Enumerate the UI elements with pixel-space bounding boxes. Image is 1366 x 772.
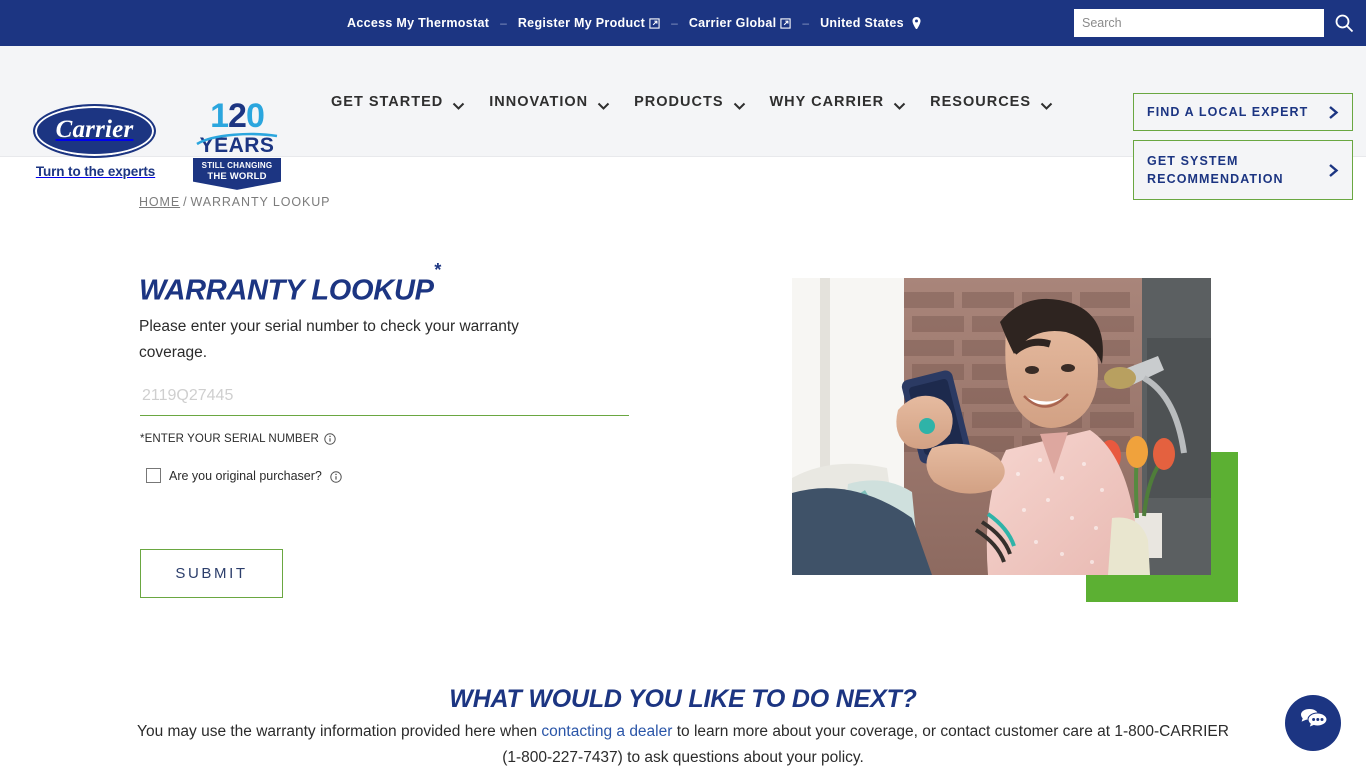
submit-button[interactable]: SUBMIT <box>140 549 283 598</box>
logo-tagline: Turn to the experts <box>33 164 158 179</box>
anniversary-badge: 120 YEARS STILL CHANGING THE WORLD <box>193 100 281 190</box>
info-circle-icon[interactable] <box>324 433 336 445</box>
chat-widget-button[interactable] <box>1285 695 1341 751</box>
breadcrumb-divider: / <box>183 195 187 209</box>
utility-separator: – <box>489 16 518 30</box>
badge-ribbon: STILL CHANGING THE WORLD <box>193 158 281 190</box>
header-cta-group: FIND A LOCAL EXPERT GET SYSTEM RECOMMEND… <box>1133 93 1353 200</box>
contacting-a-dealer-link[interactable]: contacting a dealer <box>541 723 672 740</box>
external-link-icon <box>649 18 660 29</box>
page-title: WARRANTY LOOKUP* <box>139 273 440 308</box>
utility-bar: Access My Thermostat – Register My Produ… <box>0 0 1366 46</box>
site-header: Carrier Turn to the experts 120 YEARS ST… <box>0 46 1366 157</box>
hero-photo <box>792 278 1211 575</box>
utility-link-label: Access My Thermostat <box>347 16 489 30</box>
original-purchaser-row: Are you original purchaser? <box>146 468 342 483</box>
next-section-title: WHAT WOULD YOU LIKE TO DO NEXT? <box>0 685 1366 714</box>
chevron-right-icon <box>1327 163 1340 178</box>
badge-swoosh-icon <box>195 119 279 133</box>
intro-text: Please enter your serial number to check… <box>139 314 569 365</box>
utility-separator: – <box>660 16 689 30</box>
next-section-body: You may use the warranty information pro… <box>135 719 1231 772</box>
nav-item-label: GET STARTED <box>331 94 443 110</box>
nav-item-why-carrier[interactable]: WHY CARRIER <box>770 94 931 110</box>
utility-link-register-my-product[interactable]: Register My Product <box>518 16 660 30</box>
original-purchaser-checkbox[interactable] <box>146 468 161 483</box>
search-button[interactable] <box>1334 13 1354 33</box>
breadcrumb: HOME / WARRANTY LOOKUP <box>139 195 330 209</box>
utility-link-label: United States <box>820 16 904 30</box>
breadcrumb-current: WARRANTY LOOKUP <box>190 195 330 209</box>
cta-label: GET SYSTEM RECOMMENDATION <box>1147 152 1284 188</box>
badge-ribbon-line2: THE WORLD <box>195 171 279 183</box>
utility-link-label: Carrier Global <box>689 16 777 30</box>
badge-number: 120 <box>193 100 281 134</box>
serial-number-label: *ENTER YOUR SERIAL NUMBER <box>140 433 336 445</box>
utility-links: Access My Thermostat – Register My Produ… <box>347 0 922 46</box>
chevron-down-icon <box>893 98 906 106</box>
location-pin-icon <box>911 17 922 30</box>
search-area <box>1074 9 1354 37</box>
nav-item-innovation[interactable]: INNOVATION <box>489 94 634 110</box>
search-input[interactable] <box>1074 9 1324 37</box>
chevron-right-icon <box>1327 105 1340 120</box>
utility-link-label: Register My Product <box>518 16 645 30</box>
nav-item-resources[interactable]: RESOURCES <box>930 94 1077 110</box>
utility-link-united-states[interactable]: United States <box>820 16 922 30</box>
search-icon <box>1334 21 1354 36</box>
chevron-down-icon <box>597 98 610 106</box>
chevron-down-icon <box>452 98 465 106</box>
main-navigation: GET STARTED INNOVATION PRODUCTS WHY CARR… <box>331 46 1077 157</box>
nav-item-products[interactable]: PRODUCTS <box>634 94 769 110</box>
nav-item-get-started[interactable]: GET STARTED <box>331 94 489 110</box>
page-title-asterisk: * <box>434 260 441 280</box>
utility-link-access-my-thermostat[interactable]: Access My Thermostat <box>347 16 489 30</box>
page-title-text: WARRANTY LOOKUP <box>139 275 434 307</box>
badge-ribbon-line1: STILL CHANGING <box>195 161 279 171</box>
original-purchaser-label: Are you original purchaser? <box>169 469 322 483</box>
breadcrumb-home-link[interactable]: HOME <box>139 195 180 209</box>
info-circle-icon[interactable] <box>330 470 342 482</box>
nav-item-label: INNOVATION <box>489 94 588 110</box>
cta-label-line2: RECOMMENDATION <box>1147 172 1284 186</box>
cta-label-line1: GET SYSTEM <box>1147 154 1239 168</box>
get-system-recommendation-button[interactable]: GET SYSTEM RECOMMENDATION <box>1133 140 1353 200</box>
nav-item-label: PRODUCTS <box>634 94 723 110</box>
find-a-local-expert-button[interactable]: FIND A LOCAL EXPERT <box>1133 93 1353 131</box>
carrier-logo[interactable]: Carrier Turn to the experts <box>33 104 158 179</box>
serial-number-label-text: *ENTER YOUR SERIAL NUMBER <box>140 433 319 445</box>
utility-separator: – <box>791 16 820 30</box>
nav-item-label: RESOURCES <box>930 94 1031 110</box>
external-link-icon <box>780 18 791 29</box>
logo-oval-icon: Carrier <box>33 104 156 158</box>
chat-bubble-icon <box>1298 708 1328 739</box>
chevron-down-icon <box>733 98 746 106</box>
utility-link-carrier-global[interactable]: Carrier Global <box>689 16 792 30</box>
nav-item-label: WHY CARRIER <box>770 94 885 110</box>
next-body-part1: You may use the warranty information pro… <box>137 723 541 740</box>
logo-wordmark: Carrier <box>56 116 134 146</box>
chevron-down-icon <box>1040 98 1053 106</box>
cta-label: FIND A LOCAL EXPERT <box>1147 103 1308 121</box>
serial-number-input[interactable] <box>140 381 629 416</box>
